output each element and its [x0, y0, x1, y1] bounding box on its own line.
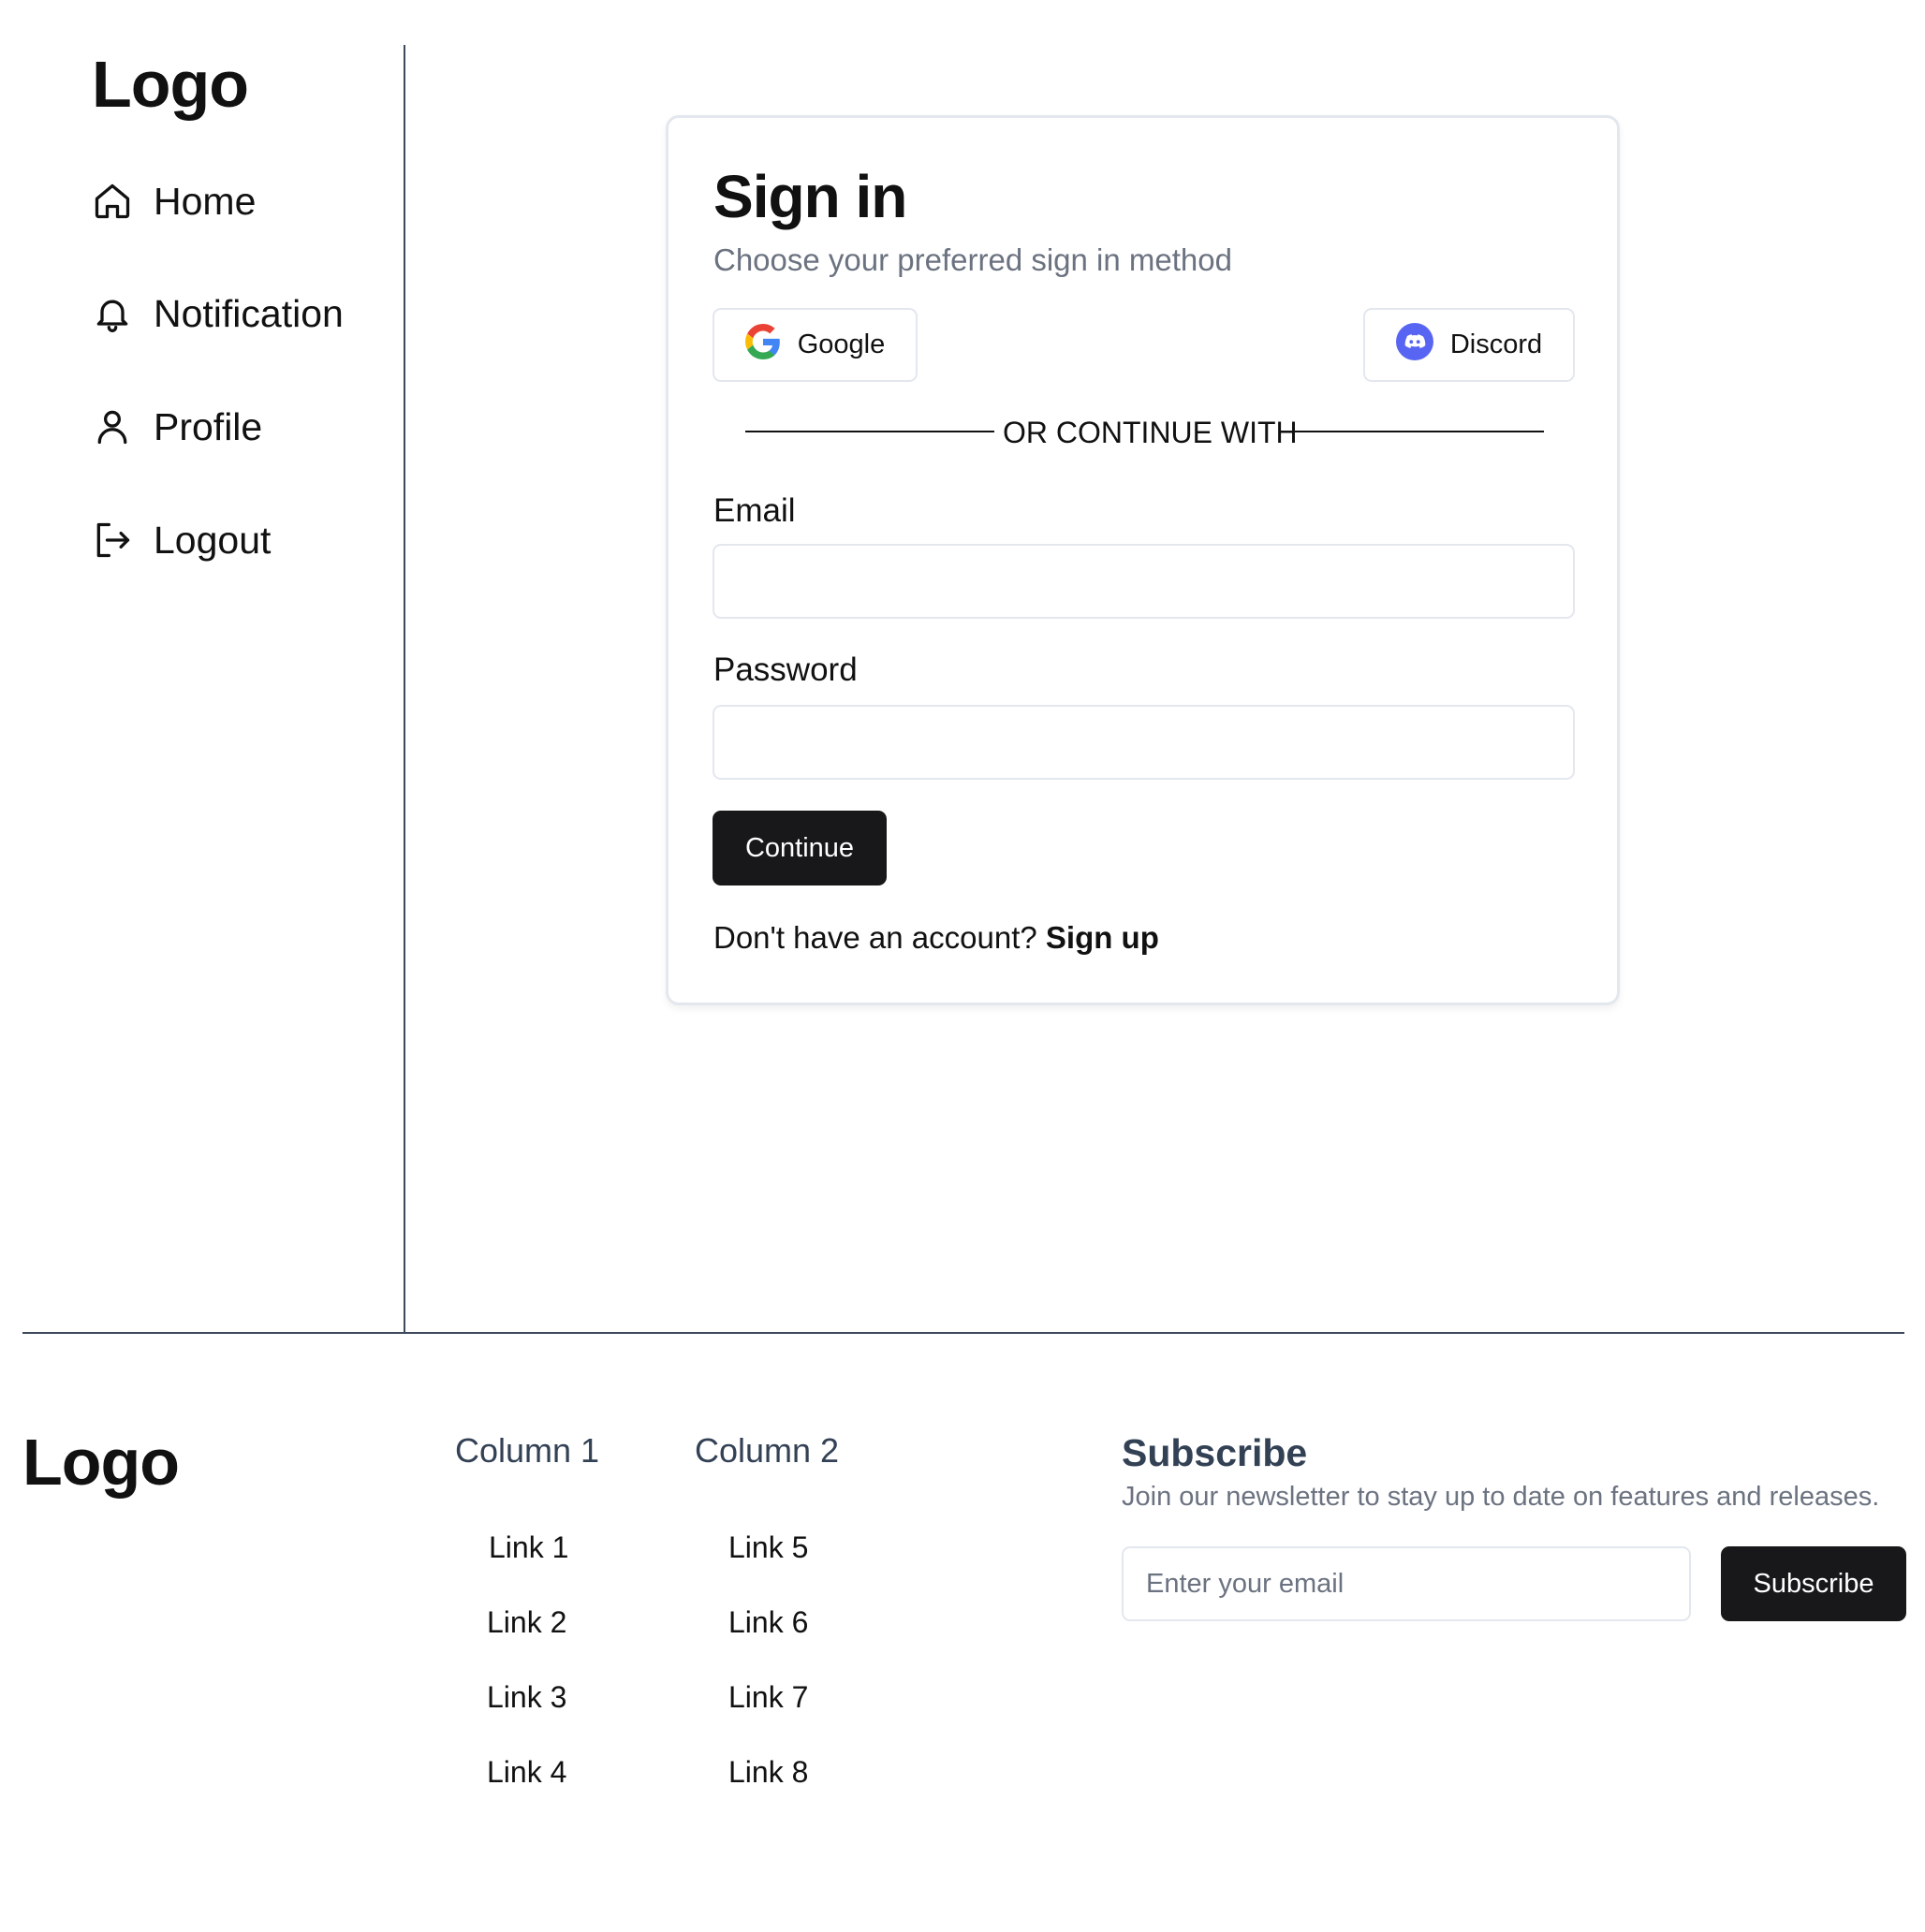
- signup-link[interactable]: Sign up: [1046, 920, 1159, 955]
- email-field[interactable]: [713, 544, 1575, 619]
- signup-prompt: Don't have an account?: [713, 920, 1037, 955]
- footer-column-2-heading: Column 2: [695, 1431, 840, 1470]
- google-icon: [744, 323, 781, 367]
- sidebar-logo: Logo: [92, 48, 249, 121]
- sidebar-item-label: Logout: [154, 519, 272, 562]
- footer-link[interactable]: Link 6: [728, 1603, 808, 1641]
- discord-signin-button[interactable]: Discord: [1363, 308, 1575, 382]
- continue-button[interactable]: Continue: [713, 811, 887, 886]
- signin-subtitle: Choose your preferred sign in method: [713, 242, 1232, 277]
- discord-icon: [1395, 322, 1433, 368]
- sidebar-item-logout[interactable]: Logout: [92, 517, 271, 564]
- footer-link[interactable]: Link 1: [489, 1529, 568, 1566]
- discord-button-label: Discord: [1449, 329, 1543, 359]
- sidebar-item-label: Notification: [154, 292, 344, 335]
- subscribe-description: Join our newsletter to stay up to date o…: [1122, 1482, 1880, 1512]
- password-label: Password: [713, 651, 858, 688]
- sidebar-item-label: Profile: [154, 405, 263, 448]
- google-button-label: Google: [797, 329, 886, 359]
- footer-link[interactable]: Link 2: [487, 1603, 566, 1641]
- signup-row: Don't have an account? Sign up: [713, 918, 1159, 958]
- password-field[interactable]: [713, 705, 1575, 780]
- footer-divider: [22, 1332, 1904, 1334]
- sidebar-item-label: Home: [154, 180, 257, 223]
- footer-link[interactable]: Link 5: [728, 1529, 808, 1566]
- bell-icon: [92, 293, 133, 334]
- footer-link[interactable]: Link 8: [728, 1753, 808, 1791]
- sidebar-item-profile[interactable]: Profile: [92, 403, 262, 450]
- sidebar-item-home[interactable]: Home: [92, 178, 256, 225]
- google-signin-button[interactable]: Google: [713, 308, 918, 382]
- subscribe-heading: Subscribe: [1122, 1431, 1308, 1474]
- home-icon: [92, 181, 133, 222]
- divider-line-right: [1292, 431, 1544, 432]
- newsletter-email-input[interactable]: [1122, 1546, 1691, 1621]
- sidebar-divider: [404, 45, 405, 1332]
- page-title: Sign in: [713, 163, 907, 230]
- email-label: Email: [713, 492, 796, 529]
- or-continue-divider-text: OR CONTINUE WITH: [1003, 416, 1298, 449]
- subscribe-button[interactable]: Subscribe: [1721, 1546, 1906, 1621]
- user-icon: [92, 406, 133, 447]
- logout-icon: [92, 520, 133, 561]
- divider-line-left: [745, 431, 994, 432]
- footer-link[interactable]: Link 4: [487, 1753, 566, 1791]
- footer-link[interactable]: Link 7: [728, 1678, 808, 1716]
- sidebar-item-notification[interactable]: Notification: [92, 290, 344, 337]
- footer-logo: Logo: [22, 1426, 180, 1499]
- footer-column-1-heading: Column 1: [455, 1431, 600, 1470]
- footer-link[interactable]: Link 3: [487, 1678, 566, 1716]
